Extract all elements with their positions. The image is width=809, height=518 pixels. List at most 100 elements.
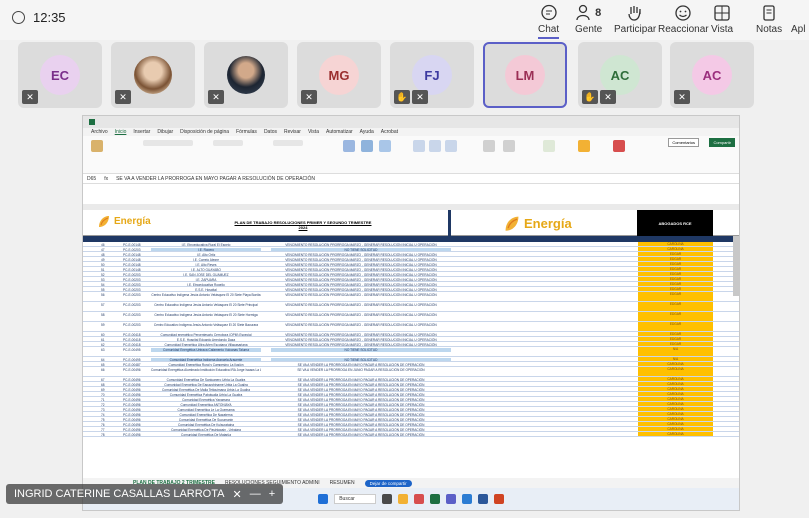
menu-item[interactable]: Automatizar [326, 129, 353, 135]
row-number[interactable]: 59 [101, 323, 105, 327]
lawyer-cell[interactable]: EDGAR [638, 262, 713, 266]
lawyer-cell[interactable]: CAROLINA [638, 362, 713, 366]
project-id-cell[interactable]: PC-E-00203 [123, 293, 141, 297]
row-number[interactable]: 70 [101, 393, 105, 397]
entity-cell[interactable]: Comunidad Energética De Kulsurataina [151, 423, 261, 427]
entity-cell[interactable]: I.E. ZAPUARA [151, 278, 261, 282]
status-description-cell[interactable]: NO TIENE SOLICITUD [271, 347, 451, 352]
row-number[interactable]: 51 [101, 268, 105, 272]
row-number[interactable]: 77 [101, 428, 105, 432]
pdf-icon[interactable] [613, 140, 625, 152]
menu-item[interactable]: Archivo [91, 129, 108, 135]
entity-cell[interactable]: I.E. SAN JOSE DEL GUAMUEZ [151, 273, 261, 277]
chat-button[interactable]: Chat [538, 2, 560, 39]
teams-icon[interactable] [445, 494, 456, 504]
project-id-cell[interactable]: PC-E-00496 [123, 393, 141, 397]
project-id-cell[interactable]: PC-E-00496 [123, 378, 141, 382]
participant-tile[interactable]: ✕ [204, 42, 288, 108]
status-description-cell[interactable]: VENCIMIENTO RESOLUCIÓN PRORROGA MARZO - … [271, 333, 451, 337]
chrome-icon[interactable] [413, 494, 424, 504]
insert-icon[interactable] [413, 140, 425, 152]
row-number[interactable]: 63 [101, 348, 105, 352]
formula-text[interactable]: SE VA A VENDER LA PRORROGA EN MAYO PAGAR… [116, 176, 315, 182]
row-number[interactable]: 54 [101, 283, 105, 287]
lawyer-cell[interactable]: CAROLINA [638, 427, 713, 431]
entity-cell[interactable]: Centro Educativo Indígena Jesús Antonio … [151, 323, 261, 327]
lawyer-cell[interactable]: EDGAR [638, 257, 713, 261]
participant-tile[interactable]: EC ✕ [18, 42, 102, 108]
row-number[interactable]: 68 [101, 383, 105, 387]
project-id-cell[interactable]: PC-E-00496 [123, 388, 141, 392]
entity-cell[interactable]: Comunidad Energética Alumbrado Instituci… [151, 368, 261, 372]
lawyer-cell[interactable]: EDGAR [638, 292, 713, 301]
entity-cell[interactable]: Comunidad Energética De Pasiniapain - Ur… [151, 428, 261, 432]
project-id-cell[interactable]: PC-E-00496 [123, 428, 141, 432]
row-number[interactable]: 76 [101, 423, 105, 427]
entity-cell[interactable]: Centro Educativo Indígena Jesús Antonio … [151, 303, 261, 307]
status-description-cell[interactable]: VENCIMIENTO RESOLUCIÓN PRORROGA MARZO - … [271, 303, 451, 307]
lawyer-cell[interactable]: CAROLINA [638, 422, 713, 426]
format-icon[interactable] [445, 140, 457, 152]
lawyer-cell[interactable]: EDGAR [638, 302, 713, 311]
powerpoint-icon[interactable] [493, 494, 504, 504]
lawyer-cell[interactable]: N/A [638, 357, 713, 361]
status-description-cell[interactable]: SE VA A VENDER LA PRORROGA EN MAYO PAGAR… [271, 398, 451, 402]
status-description-cell[interactable]: SE VA A VENDER LA PRORROGA EN MAYO PAGAR… [271, 383, 451, 387]
view-button[interactable]: Vista [711, 2, 733, 35]
row-number[interactable]: 61 [101, 338, 105, 342]
status-description-cell[interactable]: VENCIMIENTO RESOLUCIÓN PRORROGA MARZO - … [271, 268, 451, 272]
menu-item[interactable]: Inicio [115, 129, 127, 135]
table-row[interactable]: 56 PC-E-00203 Centro Educativo Indígena Je… [83, 292, 739, 302]
project-id-cell[interactable]: PC-E-00203 [123, 313, 141, 317]
project-id-cell[interactable]: PC-E-00496 [123, 433, 141, 437]
participant-tile[interactable]: LM [483, 42, 567, 108]
entity-cell[interactable]: Comunidad Energética De Eapazchiname Urb… [151, 383, 261, 387]
row-number[interactable]: 52 [101, 273, 105, 277]
project-id-cell[interactable]: PC-E-00203 [123, 248, 141, 252]
lawyer-cell[interactable]: CAROLINA [638, 377, 713, 381]
status-description-cell[interactable]: SE VA A VENDER LA PRORROGA EN MAYO PAGAR… [271, 378, 451, 382]
lawyer-cell[interactable]: EDGAR [638, 332, 713, 336]
table-row[interactable]: 59 PC-E-00203 Centro Educativo Indígena Je… [83, 322, 739, 332]
lawyer-cell[interactable]: CAROLINA [638, 247, 713, 251]
status-description-cell[interactable]: SE VA A VENDER LA PRORROGA EN MAYO PAGAR… [271, 413, 451, 417]
word-icon[interactable] [477, 494, 488, 504]
status-description-cell[interactable]: SE VA A VENDER LA PRORROGA EN MAYO PAGAR… [271, 363, 451, 367]
explorer-icon[interactable] [397, 494, 408, 504]
project-id-cell[interactable]: PC-E-00496 [123, 408, 141, 412]
status-description-cell[interactable]: VENCIMIENTO RESOLUCIÓN PRORROGA MARZO - … [271, 343, 451, 347]
status-description-cell[interactable]: SE VA A VENDER LA PRORROGA EN MAYO PAGAR… [271, 388, 451, 392]
status-description-cell[interactable]: SE VA A VENDER LA PRORROGA EN MAYO PAGAR… [271, 423, 451, 427]
table-row[interactable]: 58 PC-E-00203 Centro Educativo Indígena Je… [83, 312, 739, 322]
row-number[interactable]: 60 [101, 333, 105, 337]
entity-cell[interactable]: Comunidad Energética Untraca Cafamento V… [151, 347, 261, 352]
entity-cell[interactable]: Comunidad Energética Rural y Campesino L… [151, 363, 261, 367]
taskview-icon[interactable] [381, 494, 392, 504]
status-description-cell[interactable]: SE VA A VENDER LA PRORROGA EN MAYO PAGAR… [271, 393, 451, 397]
participant-tile[interactable]: ✕ [111, 42, 195, 108]
status-description-cell[interactable]: VENCIMIENTO RESOLUCIÓN PRORROGA MARZO - … [271, 283, 451, 287]
entity-cell[interactable]: I.E. Carrejo Alegre [151, 258, 261, 262]
people-button[interactable]: 8 Gente [575, 2, 602, 35]
entity-cell[interactable]: I.E. Etnoeducativa Rural El Espejo [151, 243, 261, 247]
entity-cell[interactable]: E.S.E. Hospital [151, 288, 261, 292]
spreadsheet-grid[interactable]: 46 PC-E-00148 I.E. Etnoeducativa Rural El … [83, 242, 739, 437]
row-number[interactable]: 72 [101, 403, 105, 407]
status-description-cell[interactable]: VENCIMIENTO RESOLUCIÓN PRORROGA MARZO - … [271, 288, 451, 292]
align-controls[interactable] [213, 140, 243, 146]
row-number[interactable]: 66 [101, 368, 105, 372]
participant-tile[interactable]: AC ✋ ✕ [578, 42, 662, 108]
entity-cell[interactable]: I.E. ALTO GUAYABO [151, 268, 261, 272]
entity-cell[interactable]: Centro Educativo Indígena Jesús Antonio … [151, 293, 261, 297]
row-number[interactable]: 64 [101, 358, 105, 362]
sheet-tab[interactable]: RESUMEN [330, 480, 355, 486]
project-id-cell[interactable]: PC-E-00418 [123, 333, 141, 337]
row-number[interactable]: 62 [101, 343, 105, 347]
status-description-cell[interactable]: SE VA A VENDER LA PRORROGA EN MAYO PAGAR… [271, 418, 451, 422]
entity-cell[interactable]: Comunidad Energética De Sucumanin [151, 418, 261, 422]
delete-icon[interactable] [429, 140, 441, 152]
table-row[interactable]: 66 PC-E-00496 Comunidad Energética Alumbra… [83, 367, 739, 377]
project-id-cell[interactable]: PC-E-00148 [123, 258, 141, 262]
entity-cell[interactable]: Centro Educativo Indígena Jesús Antonio … [151, 313, 261, 317]
entity-cell[interactable]: Comunidad Energética Le La Quemama [151, 408, 261, 412]
